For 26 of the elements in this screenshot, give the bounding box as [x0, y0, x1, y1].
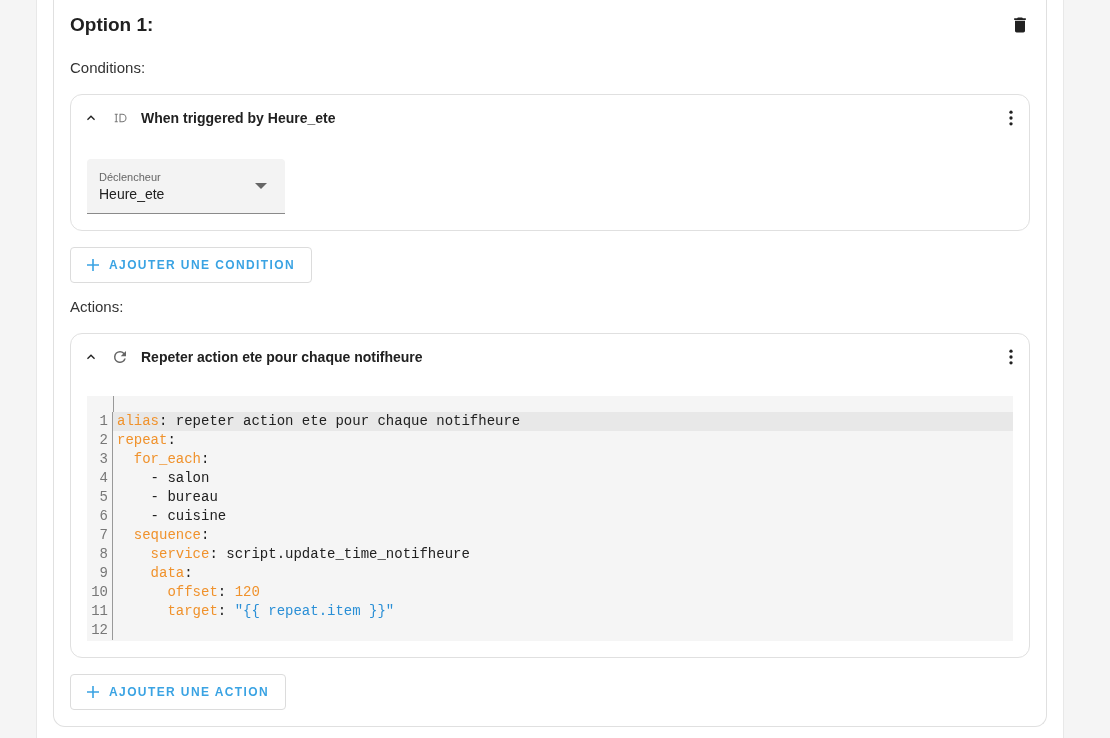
code-line: - salon	[149, 469, 210, 488]
code-line: target: "{{ repeat.item }}"	[166, 602, 395, 621]
option-title: Option 1:	[70, 14, 154, 36]
add-condition-button[interactable]: AJOUTER UNE CONDITION	[70, 247, 313, 283]
plus-icon	[87, 686, 99, 698]
plus-icon	[87, 259, 99, 271]
code-line: alias: repeter action ete pour chaque notifheure	[117, 412, 521, 431]
code-line: - bureau	[149, 488, 218, 507]
code-line: service: script.update_time_notifheure	[149, 545, 470, 564]
refresh-icon	[111, 348, 129, 366]
line-number: 1	[87, 412, 113, 431]
code-line: - cuisine	[149, 507, 227, 526]
code-line: offset: 120	[166, 583, 260, 602]
field-label: Déclencheur	[99, 170, 162, 183]
card-title: When triggered by Heure_ete	[141, 110, 337, 126]
card-title: Repeter action ete pour chaque notifheure	[141, 349, 424, 365]
code-line: for_each:	[132, 450, 210, 469]
add-action-button[interactable]: AJOUTER UNE ACTION	[70, 674, 287, 710]
section-label: Actions:	[70, 298, 125, 315]
field-value: Heure_ete	[99, 185, 166, 202]
code-line: data:	[149, 564, 193, 583]
caret-icon	[255, 182, 267, 190]
dropdown-field[interactable]: Déclencheur Heure_ete	[87, 159, 285, 214]
code-line: repeat:	[117, 431, 176, 450]
code-line: sequence:	[132, 526, 210, 545]
section-label: Conditions:	[70, 59, 147, 76]
